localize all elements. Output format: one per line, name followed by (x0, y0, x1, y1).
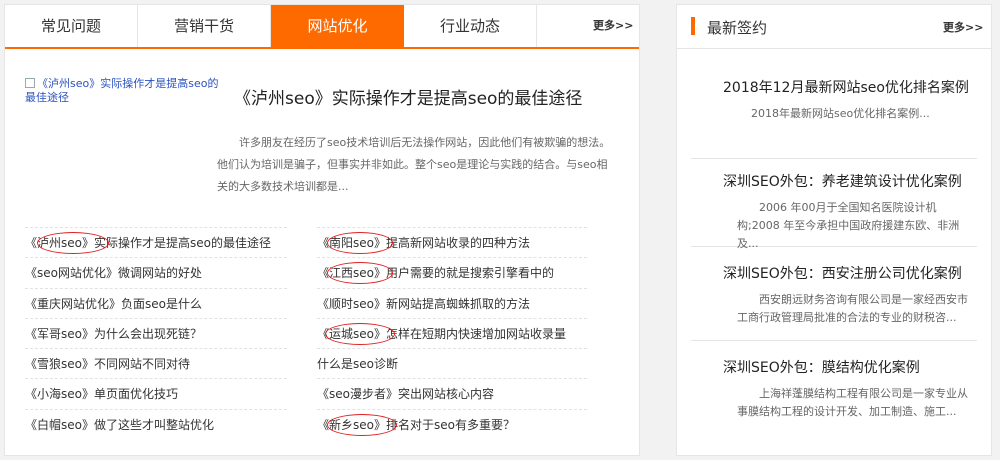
case-description: 2018年最新网站seo优化排名案例... (751, 107, 930, 120)
sidebar-title: 最新签约 (707, 19, 768, 37)
list-item[interactable]: 《泸州seo》实际操作才是提高seo的最佳途径 (25, 227, 287, 257)
list-item-text: 《白帽seo》做了这些才叫整站优化 (25, 417, 214, 432)
tab-marketing[interactable]: 营销干货 (138, 5, 271, 47)
list-item[interactable]: 《顺时seo》新网站提高蜘蛛抓取的方法 (317, 287, 587, 318)
list-item-text: 《重庆网站优化》负面seo是什么 (25, 296, 202, 311)
feature-description: 许多朋友在经历了seo技术培训后无法操作网站，因此他们有被欺骗的想法。他们认为培… (217, 136, 611, 193)
case-item[interactable]: 深圳SEO外包：养老建筑设计优化案例 2006 年00月于全国知名医院设计机构;… (691, 171, 977, 250)
case-title[interactable]: 深圳SEO外包：西安注册公司优化案例 (723, 263, 962, 283)
category-tabs: 常见问题 营销干货 网站优化 行业动态 更多>> (5, 5, 639, 49)
list-item[interactable]: 《seo网站优化》微调网站的好处 (25, 257, 287, 287)
tab-site-optimization[interactable]: 网站优化 (271, 5, 404, 47)
list-item[interactable]: 《运城seo》怎样在短期内快速增加网站收录量 (317, 317, 587, 348)
highlight-ring (37, 232, 109, 254)
feature-image-alt: 《泸州seo》实际操作才是提高seo的最佳途径 (25, 77, 219, 104)
case-item[interactable]: 深圳SEO外包：膜结构优化案例 上海祥蓬膜结构工程有限公司是一家专业从事膜结构工… (691, 357, 977, 437)
list-item-text: 《顺时seo》新网站提高蜘蛛抓取的方法 (317, 296, 530, 311)
list-item[interactable]: 《江西seo》用户需要的就是搜索引擎看中的 (317, 257, 587, 287)
list-item-text: 《seo漫步者》突出网站核心内容 (317, 387, 494, 402)
list-item[interactable]: 《seo漫步者》突出网站核心内容 (317, 378, 587, 408)
latest-contracts-panel: 最新签约 更多>> 2018年12月最新网站seo优化排名案例 2018年最新网… (676, 4, 992, 456)
list-item[interactable]: 《小海seo》单页面优化技巧 (25, 378, 287, 408)
list-item[interactable]: 《白帽seo》做了这些才叫整站优化 (25, 408, 287, 439)
sidebar-header: 最新签约 更多>> (677, 5, 991, 49)
tab-industry-news[interactable]: 行业动态 (404, 5, 537, 47)
list-item[interactable]: 什么是seo诊断 (317, 348, 587, 378)
list-item-text: 《小海seo》单页面优化技巧 (25, 387, 178, 402)
case-title[interactable]: 深圳SEO外包：养老建筑设计优化案例 (723, 171, 962, 191)
feature-image[interactable]: 《泸州seo》实际操作才是提高seo的最佳途径 (25, 77, 225, 113)
feature-title[interactable]: 《泸州seo》实际操作才是提高seo的最佳途径 (234, 84, 582, 109)
list-item-text: 《seo网站优化》微调网站的好处 (25, 266, 202, 281)
list-item[interactable]: 《重庆网站优化》负面seo是什么 (25, 287, 287, 318)
list-item-text: 什么是seo诊断 (317, 357, 398, 372)
more-link[interactable]: 更多>> (593, 5, 633, 47)
case-title[interactable]: 深圳SEO外包：膜结构优化案例 (723, 357, 920, 377)
highlight-ring (327, 262, 393, 285)
tab-faq[interactable]: 常见问题 (5, 5, 138, 47)
list-item[interactable]: 《雪狼seo》不同网站不同对待 (25, 348, 287, 378)
list-item[interactable]: 《军哥seo》为什么会出现死链？ (25, 317, 287, 348)
case-description: 西安朗远财务咨询有限公司是一家经西安市工商行政管理局批准的合法的专业的财税咨..… (737, 293, 968, 324)
article-list-left: 《泸州seo》实际操作才是提高seo的最佳途径 《seo网站优化》微调网站的好处… (25, 227, 287, 439)
list-item-text: 《军哥seo》为什么会出现死链？ (25, 326, 202, 341)
highlight-ring (327, 413, 397, 436)
highlight-ring (327, 232, 393, 254)
case-item[interactable]: 2018年12月最新网站seo优化排名案例 2018年最新网站seo优化排名案例… (691, 77, 977, 159)
case-description: 2006 年00月于全国知名医院设计机构;2008 年至今承担中国政府援建东欧、… (737, 201, 960, 250)
list-item[interactable]: 《新乡seo》排名对于seo有多重要？ (317, 408, 587, 439)
highlight-ring (325, 322, 395, 345)
case-item[interactable]: 深圳SEO外包：西安注册公司优化案例 西安朗远财务咨询有限公司是一家经西安市工商… (691, 263, 977, 341)
broken-image-icon (25, 78, 35, 88)
list-item-text: 《雪狼seo》不同网站不同对待 (25, 357, 190, 372)
sidebar-more-link[interactable]: 更多>> (943, 19, 983, 35)
accent-bar (691, 17, 695, 35)
case-title[interactable]: 2018年12月最新网站seo优化排名案例 (723, 77, 969, 97)
list-item[interactable]: 《南阳seo》提高新网站收录的四种方法 (317, 227, 587, 257)
case-description: 上海祥蓬膜结构工程有限公司是一家专业从事膜结构工程的设计开发、加工制造、施工..… (737, 387, 968, 418)
article-list-right: 《南阳seo》提高新网站收录的四种方法 《江西seo》用户需要的就是搜索引擎看中… (317, 227, 587, 439)
article-panel: 常见问题 营销干货 网站优化 行业动态 更多>> 《泸州seo》实际操作才是提高… (4, 4, 640, 456)
